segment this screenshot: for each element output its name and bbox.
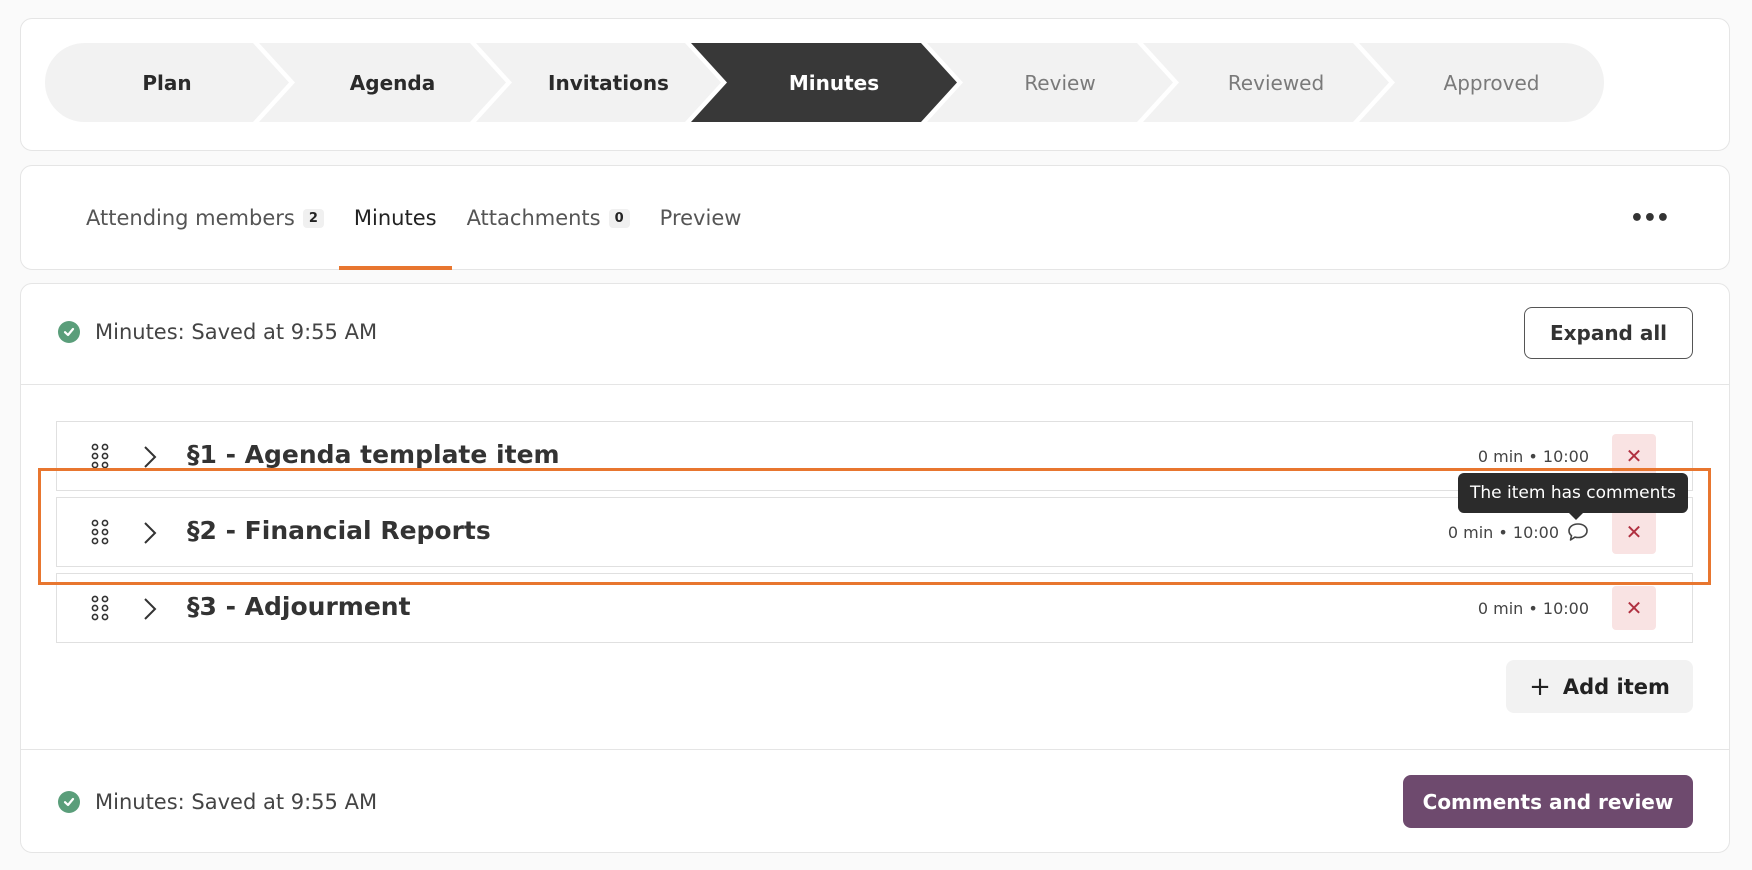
chevron-right-icon[interactable] bbox=[143, 521, 157, 545]
divider bbox=[21, 384, 1729, 385]
step-minutes[interactable]: Minutes bbox=[691, 43, 957, 122]
agenda-item-meta: 0 min • 10:00 bbox=[1447, 523, 1559, 542]
drag-handle-icon[interactable] bbox=[91, 595, 109, 621]
remove-item-button[interactable]: ✕ bbox=[1612, 434, 1656, 478]
tab-preview[interactable]: Preview bbox=[645, 166, 757, 270]
agenda-item-title: §2 - Financial Reports bbox=[187, 516, 491, 545]
plus-icon: + bbox=[1529, 671, 1551, 702]
expand-all-button[interactable]: Expand all bbox=[1524, 307, 1693, 359]
check-circle-icon bbox=[58, 791, 80, 813]
agenda-item[interactable]: §1 - Agenda template item 0 min • 10:00 … bbox=[56, 421, 1693, 491]
tab-minutes[interactable]: Minutes bbox=[338, 166, 452, 270]
save-status-top: Minutes: Saved at 9:55 AM bbox=[58, 320, 377, 344]
step-agenda[interactable]: Agenda bbox=[259, 43, 506, 122]
step-reviewed[interactable]: Reviewed bbox=[1143, 43, 1389, 122]
agenda-item[interactable]: §2 - Financial Reports 0 min • 10:00 ✕ bbox=[56, 497, 1693, 567]
divider bbox=[21, 749, 1729, 750]
agenda-item-meta: 0 min • 10:00 bbox=[1477, 599, 1589, 618]
step-invitations[interactable]: Invitations bbox=[476, 43, 721, 122]
comments-tooltip: The item has comments bbox=[1458, 473, 1688, 520]
comments-and-review-button[interactable]: Comments and review bbox=[1403, 775, 1693, 828]
step-review[interactable]: Review bbox=[927, 43, 1173, 122]
agenda-item[interactable]: §3 - Adjourment 0 min • 10:00 ✕ bbox=[56, 573, 1693, 643]
minutes-card: Minutes: Saved at 9:55 AM Expand all §1 … bbox=[20, 283, 1730, 853]
tabs-card: Attending members 2 Minutes Attachments … bbox=[20, 165, 1730, 270]
agenda-item-meta: 0 min • 10:00 bbox=[1477, 447, 1589, 466]
drag-handle-icon[interactable] bbox=[91, 519, 109, 545]
more-options-button[interactable]: ••• bbox=[1630, 206, 1670, 231]
drag-handle-icon[interactable] bbox=[91, 443, 109, 469]
step-plan[interactable]: Plan bbox=[45, 43, 289, 122]
add-item-button[interactable]: + Add item bbox=[1506, 660, 1693, 713]
agenda-item-title: §1 - Agenda template item bbox=[187, 440, 560, 469]
step-approved[interactable]: Approved bbox=[1359, 43, 1604, 122]
attachments-count-badge: 0 bbox=[608, 208, 630, 228]
remove-item-button[interactable]: ✕ bbox=[1612, 586, 1656, 630]
check-circle-icon bbox=[58, 321, 80, 343]
tab-attending-members[interactable]: Attending members 2 bbox=[71, 166, 339, 270]
tab-bar: Attending members 2 Minutes Attachments … bbox=[71, 166, 756, 270]
chevron-right-icon[interactable] bbox=[143, 445, 157, 469]
remove-item-button[interactable]: ✕ bbox=[1612, 510, 1656, 554]
agenda-item-title: §3 - Adjourment bbox=[187, 592, 411, 621]
save-status-bottom: Minutes: Saved at 9:55 AM bbox=[58, 790, 377, 814]
attending-members-count-badge: 2 bbox=[302, 208, 324, 228]
chevron-right-icon[interactable] bbox=[143, 597, 157, 621]
comment-icon[interactable] bbox=[1567, 522, 1589, 542]
tab-attachments[interactable]: Attachments 0 bbox=[452, 166, 645, 270]
workflow-stepper: Plan Agenda Invitations Minutes Review R… bbox=[45, 43, 1704, 122]
workflow-stepper-card: Plan Agenda Invitations Minutes Review R… bbox=[20, 18, 1730, 151]
